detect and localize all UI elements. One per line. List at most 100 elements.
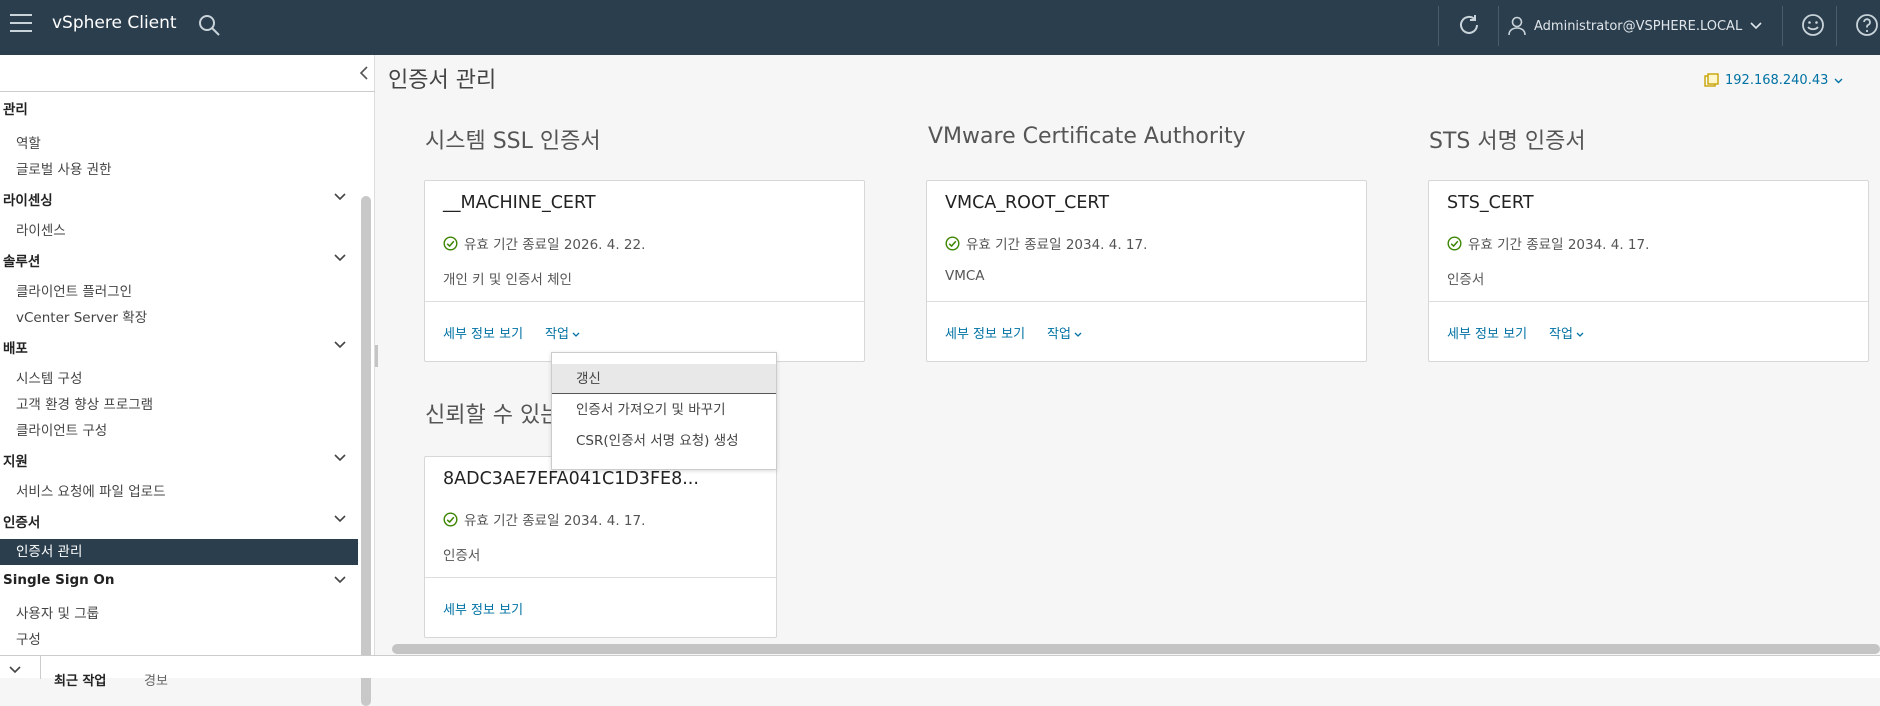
sidebar-item[interactable]: 라이센스: [0, 219, 358, 239]
sidebar-item[interactable]: 고객 환경 향상 프로그램: [0, 393, 358, 413]
card-actions: 세부 정보 보기 작업: [443, 323, 580, 342]
chevron-down-icon[interactable]: [8, 662, 22, 676]
sidebar-item-label: 솔루션: [3, 254, 41, 270]
app-title[interactable]: vSphere Client: [52, 13, 177, 33]
header-divider: [1836, 6, 1837, 46]
refresh-icon[interactable]: [1456, 12, 1482, 38]
sidebar-section[interactable]: 지원: [0, 450, 358, 470]
sidebar-item-label: 역할: [16, 136, 41, 152]
actions-label: 작업: [545, 327, 569, 342]
sidebar-section[interactable]: 배포: [0, 337, 358, 357]
certificate-status: 유효 기간 종료일 2034. 4. 17.: [945, 233, 1147, 253]
view-details-link[interactable]: 세부 정보 보기: [945, 323, 1025, 342]
sidebar-item-label: 배포: [3, 341, 28, 357]
horizontal-scrollbar[interactable]: [392, 644, 1880, 654]
view-details-link[interactable]: 세부 정보 보기: [443, 599, 523, 618]
sidebar-item-label: 클라이언트 구성: [16, 423, 108, 439]
sidebar-item-label: 관리: [3, 102, 28, 118]
server-ip: 192.168.240.43: [1725, 73, 1829, 88]
sidebar-item[interactable]: 클라이언트 구성: [0, 419, 358, 439]
sidebar-nav: 관리역할글로벌 사용 권한라이센싱라이센스솔루션클라이언트 플러그인 vCente…: [0, 92, 358, 652]
chevron-down-icon: [334, 193, 346, 201]
certificate-expiry: 유효 기간 종료일 2026. 4. 22.: [464, 237, 646, 253]
sidebar-section[interactable]: 솔루션: [0, 250, 358, 270]
search-icon[interactable]: [197, 13, 221, 37]
tab-recent-tasks[interactable]: 최근 작업: [54, 670, 106, 689]
sidebar-item[interactable]: 서비스 요청에 파일 업로드: [0, 480, 358, 500]
certificate-name: STS_CERT: [1447, 193, 1534, 213]
menu-item-import-replace[interactable]: 인증서 가져오기 및 바꾸기: [552, 395, 776, 425]
card-actions: 세부 정보 보기 작업: [1447, 323, 1584, 342]
feedback-smile-icon[interactable]: [1800, 12, 1826, 38]
menu-item-generate-csr[interactable]: CSR(인증서 서명 요청) 생성: [552, 426, 776, 456]
chevron-down-icon: [334, 515, 346, 523]
section-title-vmca: VMware Certificate Authority: [928, 124, 1246, 149]
actions-menu-button[interactable]: 작업: [1047, 323, 1082, 342]
section-title-ssl: 시스템 SSL 인증서: [425, 129, 601, 154]
certificate-description: 개인 키 및 인증서 체인: [443, 272, 572, 288]
menu-item-renew[interactable]: 갱신: [552, 364, 776, 394]
sidebar-item[interactable]: 구성: [0, 628, 358, 648]
check-circle-icon: [443, 511, 458, 527]
sidebar-item-label: 구성: [16, 632, 41, 648]
sidebar-item[interactable]: 역할: [0, 132, 358, 152]
actions-menu-button[interactable]: 작업: [1549, 323, 1584, 342]
view-details-link[interactable]: 세부 정보 보기: [443, 323, 523, 342]
card-actions: 세부 정보 보기: [443, 599, 523, 618]
top-navigation-bar: vSphere Client Administrator@VSPHERE.LOC…: [0, 0, 1880, 55]
bottom-panel: 최근 작업 경보: [0, 655, 1880, 689]
sidebar-item-label: 라이센스: [16, 223, 66, 239]
sidebar-item-label: 글로벌 사용 권한: [16, 162, 112, 178]
chevron-left-icon[interactable]: [358, 65, 370, 81]
sidebar-section[interactable]: Single Sign On: [0, 572, 358, 588]
header-divider: [1498, 6, 1499, 46]
certificate-name: 8ADC3AE7EFA041C1D3FE8...: [443, 469, 699, 489]
certificate-card-machine: __MACHINE_CERT 유효 기간 종료일 2026. 4. 22. 개인…: [424, 180, 865, 362]
sidebar-item[interactable]: vCenter Server 확장: [0, 306, 358, 326]
sidebar-scrollbar[interactable]: [361, 196, 371, 706]
certificate-expiry: 유효 기간 종료일 2034. 4. 17.: [1468, 237, 1650, 253]
sidebar-item-label: 시스템 구성: [16, 371, 83, 387]
header-divider: [1438, 6, 1439, 46]
actions-label: 작업: [1549, 327, 1573, 342]
sidebar-item-label: 지원: [3, 454, 28, 470]
sidebar: 관리역할글로벌 사용 권한라이센싱라이센스솔루션클라이언트 플러그인 vCente…: [0, 55, 375, 706]
sidebar-item-label: 인증서 관리: [16, 544, 83, 560]
view-details-link[interactable]: 세부 정보 보기: [1447, 323, 1527, 342]
vcenter-server-icon: [1704, 73, 1719, 87]
help-icon[interactable]: [1854, 12, 1880, 38]
section-title-sts: STS 서명 인증서: [1429, 129, 1586, 154]
chevron-down-icon: [334, 576, 346, 584]
sidebar-section[interactable]: 인증서: [0, 511, 358, 531]
chevron-down-icon: [334, 254, 346, 262]
chevron-down-icon: [572, 332, 580, 337]
certificate-description: 인증서: [1447, 272, 1485, 288]
actions-menu-button[interactable]: 작업: [545, 323, 580, 342]
sidebar-section[interactable]: 라이센싱: [0, 189, 358, 209]
certificate-name: VMCA_ROOT_CERT: [945, 193, 1110, 213]
certificate-expiry: 유효 기간 종료일 2034. 4. 17.: [966, 237, 1148, 253]
sidebar-section[interactable]: 관리: [0, 98, 358, 118]
sidebar-item[interactable]: 사용자 및 그룹: [0, 602, 358, 622]
chevron-down-icon: [1834, 78, 1843, 83]
chevron-down-icon: [1576, 332, 1584, 337]
menu-icon[interactable]: [10, 14, 32, 34]
sidebar-item[interactable]: 글로벌 사용 권한: [0, 158, 358, 178]
check-circle-icon: [945, 235, 960, 251]
sidebar-item[interactable]: 클라이언트 플러그인: [0, 280, 358, 300]
user-icon: [1508, 16, 1526, 36]
certificate-description: VMCA: [945, 268, 985, 284]
chevron-down-icon: [334, 454, 346, 462]
sidebar-item[interactable]: 시스템 구성: [0, 367, 358, 387]
sidebar-item[interactable]: 인증서 관리: [0, 539, 358, 565]
certificate-status: 유효 기간 종료일 2034. 4. 17.: [443, 509, 645, 529]
tab-alarms[interactable]: 경보: [144, 670, 168, 689]
sidebar-item-label: 고객 환경 향상 프로그램: [16, 397, 154, 413]
sidebar-item-label: 인증서: [3, 515, 41, 531]
certificate-card-trusted-root: 8ADC3AE7EFA041C1D3FE8... 유효 기간 종료일 2034.…: [424, 456, 777, 638]
chevron-down-icon: [1074, 332, 1082, 337]
sidebar-item-label: 서비스 요청에 파일 업로드: [16, 484, 166, 500]
server-selector[interactable]: 192.168.240.43: [1704, 73, 1843, 88]
card-divider: [425, 301, 864, 302]
user-menu[interactable]: Administrator@VSPHERE.LOCAL: [1508, 14, 1762, 38]
